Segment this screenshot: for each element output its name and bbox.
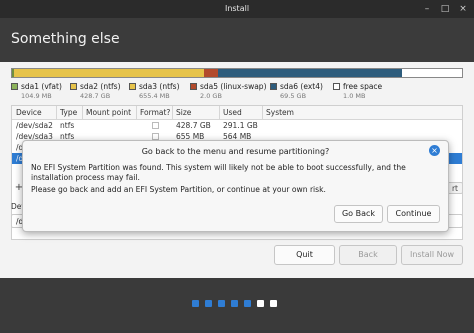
dialog-message: No EFI System Partition was found. This … [31, 163, 406, 182]
column-divider [82, 106, 83, 120]
partition-bar-segment-sda2 [14, 69, 202, 77]
partition-bar [11, 68, 463, 78]
dialog-advice: Please go back and add an EFI System Par… [31, 185, 326, 194]
action-buttons: Quit Back Install Now [0, 245, 474, 269]
column-system[interactable]: System [266, 108, 294, 117]
legend-name: sda6 (ext4) [280, 82, 323, 91]
legend-size: 1.0 MB [343, 92, 366, 100]
partition-legend: sda1 (vfat) 104.9 MB sda2 (ntfs) 428.7 G… [11, 82, 471, 102]
back-button[interactable]: Back [339, 245, 397, 265]
quit-button[interactable]: Quit [274, 245, 335, 265]
legend-name: sda1 (vfat) [21, 82, 62, 91]
install-now-button[interactable]: Install Now [401, 245, 463, 265]
legend-swatch [270, 83, 277, 90]
column-type[interactable]: Type [60, 108, 77, 117]
column-size[interactable]: Size [176, 108, 191, 117]
legend-name: sda2 (ntfs) [80, 82, 121, 91]
minimize-icon[interactable]: – [420, 2, 434, 16]
progress-step-dot [244, 300, 251, 307]
table-header: Device Type Mount point Format? Size Use… [12, 106, 462, 120]
legend-swatch [333, 83, 340, 90]
go-back-button[interactable]: Go Back [334, 205, 383, 223]
cell-used: 291.1 GB [223, 121, 258, 130]
legend-size: 428.7 GB [80, 92, 111, 100]
continue-button[interactable]: Continue [387, 205, 440, 223]
legend-size: 655.4 MB [139, 92, 170, 100]
progress-step-dot [257, 300, 264, 307]
legend-size: 2.0 GB [200, 92, 222, 100]
partition-bar-segment-sda6 [218, 69, 402, 77]
format-checkbox[interactable] [152, 122, 159, 129]
progress-step-dot [231, 300, 238, 307]
legend-size: 104.9 MB [21, 92, 52, 100]
progress-step-dot [192, 300, 199, 307]
column-divider [136, 106, 137, 120]
legend-size: 69.5 GB [280, 92, 307, 100]
page-header: Something else [0, 18, 474, 62]
footer [0, 278, 474, 333]
cell-device: /dev/sda2 [16, 121, 53, 130]
progress-step-dot [270, 300, 277, 307]
cell-size: 428.7 GB [176, 121, 211, 130]
page-title: Something else [11, 31, 120, 47]
dialog-title: Go back to the menu and resume partition… [141, 147, 330, 156]
partition-bar-segment-sda5 [204, 69, 218, 77]
legend-swatch [129, 83, 136, 90]
column-divider [172, 106, 173, 120]
window-title: Install [224, 4, 250, 13]
close-icon[interactable]: × [456, 2, 470, 16]
cell-type: ntfs [60, 121, 75, 130]
legend-swatch [190, 83, 197, 90]
column-divider [262, 106, 263, 120]
legend-swatch [70, 83, 77, 90]
column-mount-point[interactable]: Mount point [86, 108, 131, 117]
partition-bar-segment-free [402, 69, 462, 77]
column-device[interactable]: Device [16, 108, 42, 117]
dialog-close-icon[interactable]: × [429, 145, 440, 156]
column-format[interactable]: Format? [140, 108, 170, 117]
legend-name: free space [343, 82, 383, 91]
legend-name: sda3 (ntfs) [139, 82, 180, 91]
column-divider [56, 106, 57, 120]
progress-step-dot [205, 300, 212, 307]
column-divider [219, 106, 220, 120]
column-used[interactable]: Used [223, 108, 242, 117]
format-checkbox[interactable] [152, 133, 159, 140]
revert-button[interactable]: rt [446, 182, 463, 194]
maximize-icon[interactable]: □ [438, 2, 452, 16]
table-row[interactable]: /dev/sda2 ntfs 428.7 GB 291.1 GB [12, 120, 462, 131]
legend-swatch [11, 83, 18, 90]
legend-name: sda5 (linux-swap) [200, 82, 267, 91]
efi-warning-dialog: Go back to the menu and resume partition… [22, 140, 449, 232]
window-titlebar: Install – □ × [0, 0, 474, 18]
progress-step-dot [218, 300, 225, 307]
